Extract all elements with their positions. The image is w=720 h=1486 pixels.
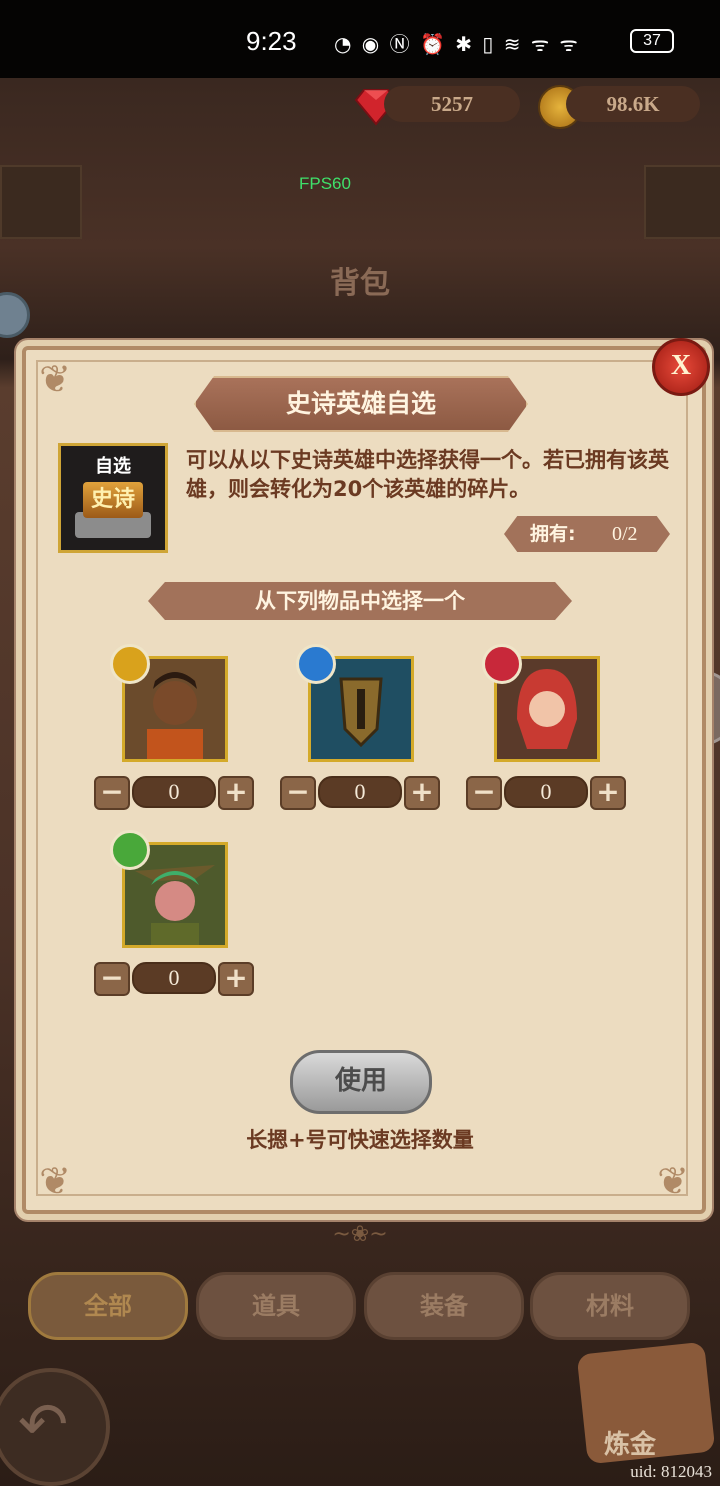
tab-items[interactable]: 道具	[196, 1272, 356, 1340]
tab-all[interactable]: 全部	[28, 1272, 188, 1340]
hero-1-quantity[interactable]: 0	[132, 776, 216, 808]
corner-ornament-icon: ❦	[39, 357, 71, 401]
hero-4-minus-button[interactable]: −	[94, 962, 130, 996]
left-pillar	[0, 165, 82, 239]
hero-3-minus-button[interactable]: −	[466, 776, 502, 810]
hero-3-quantity[interactable]: 0	[504, 776, 588, 808]
item-icon: 自选 史诗	[58, 443, 168, 553]
status-time: 9:23	[246, 26, 297, 56]
right-pillar	[644, 165, 720, 239]
battery-icon: 37	[630, 29, 674, 53]
page-title: 背包	[330, 266, 390, 301]
owned-count: 拥有: 0/2	[504, 516, 670, 552]
tab-materials[interactable]: 材料	[530, 1272, 690, 1340]
item-select-label: 自选	[95, 456, 131, 477]
alchemy-label: 炼金	[604, 1430, 657, 1460]
close-button[interactable]: X	[652, 338, 710, 396]
uid-label: uid: 812043	[630, 1462, 712, 1481]
hint-text: 长摁+号可快速选择数量	[246, 1128, 474, 1152]
hero-4-plus-button[interactable]: +	[218, 962, 254, 996]
hero-1-minus-button[interactable]: −	[94, 776, 130, 810]
hero-4-quantity[interactable]: 0	[132, 962, 216, 994]
choose-instruction: 从下列物品中选择一个	[148, 582, 572, 620]
back-arrow-icon: ↶	[18, 1390, 69, 1460]
element-light-icon	[110, 644, 150, 684]
status-icons: ◔ ◉ Ⓝ ⏰ ✱ ▯ ≋ ᯤ ᯤ	[334, 32, 580, 56]
owned-value: 0/2	[612, 523, 638, 545]
status-bar: 9:23 ◔ ◉ Ⓝ ⏰ ✱ ▯ ≋ ᯤ ᯤ 37	[0, 0, 720, 78]
hero-2-quantity[interactable]: 0	[318, 776, 402, 808]
item-rarity-label: 史诗	[83, 482, 143, 518]
item-description: 可以从以下史诗英雄中选择获得一个。若已拥有该英雄，则会转化为20个该英雄的碎片。	[186, 448, 669, 501]
corner-ornament-icon: ❦	[657, 1159, 689, 1203]
element-nature-icon	[110, 830, 150, 870]
corner-ornament-icon: ❦	[39, 1159, 71, 1203]
element-fire-icon	[482, 644, 522, 684]
use-button[interactable]: 使用	[290, 1050, 432, 1114]
element-water-icon	[296, 644, 336, 684]
hero-3-plus-button[interactable]: +	[590, 776, 626, 810]
swirl-ornament-icon: ~❀~	[332, 1222, 388, 1247]
tab-equipment[interactable]: 装备	[364, 1272, 524, 1340]
fps-counter: FPS60	[299, 174, 351, 193]
gold-counter: 98.6K	[566, 86, 700, 122]
hero-1-plus-button[interactable]: +	[218, 776, 254, 810]
hero-2-minus-button[interactable]: −	[280, 776, 316, 810]
dialog-title: 史诗英雄自选	[194, 376, 528, 432]
hero-2-plus-button[interactable]: +	[404, 776, 440, 810]
gems-counter: 5257	[384, 86, 520, 122]
owned-label: 拥有:	[530, 523, 576, 545]
